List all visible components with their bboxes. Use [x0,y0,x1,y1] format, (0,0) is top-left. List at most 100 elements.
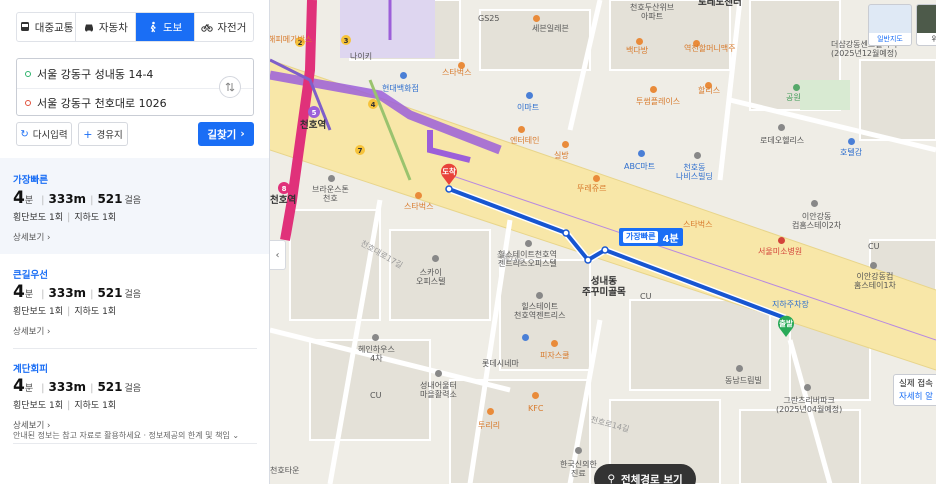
poi-marker[interactable] [415,192,422,199]
arrival-pin[interactable]: 도착 [439,162,459,186]
refresh-icon: ↻ [20,128,29,140]
poi-marker[interactable] [848,138,855,145]
map-label: 천호역 [300,120,327,131]
map-label: 토레노센터 [698,0,742,8]
map-canvas[interactable]: 5 8 3 4 7 2 GS25 세븐일레븐 천호두산위브 아파트 토레노센터 … [270,0,936,484]
map-label: 한국신의한 진료 [560,460,597,479]
detail-link[interactable]: 상세보기 › [13,231,50,243]
option-steps-unit: 걸음 [124,196,142,206]
separator: | [90,195,94,206]
option-stats: 4분 | 333m | 521 걸음 [13,376,141,396]
collapse-panel-button[interactable]: ‹ [270,240,286,270]
info-tooltip[interactable]: 실제 접속 자세히 알 [893,374,936,406]
tab-bicycle[interactable]: 자전거 [195,13,253,41]
tab-walk-label: 도보 [162,21,183,34]
disclaimer[interactable]: 안내된 정보는 참고 자료로 활용하세요 · 정보제공의 한계 및 책임 ⌄ [13,430,239,441]
map-label: 스타벅스 [683,220,713,229]
map-type-normal-button[interactable]: 일반지도 [868,4,912,46]
poi-marker[interactable] [811,200,818,207]
option-distance: 333m [48,192,87,206]
poi-marker[interactable] [736,365,743,372]
swap-button[interactable] [219,76,241,98]
option-steps-unit: 걸음 [124,384,142,394]
poi-marker[interactable] [536,292,543,299]
map-label: 천호타운 [270,466,300,475]
map-label: 뚜레쥬르 [577,184,607,193]
poi-marker[interactable] [694,152,701,159]
map-label: 투썸플레이스 [636,97,681,106]
poi-marker[interactable] [525,240,532,247]
poi-marker[interactable] [575,447,582,454]
divider [13,443,257,444]
map-label: 현대백화점 [382,84,419,93]
map-label: 투리리 [478,421,501,430]
option-label: 계단회피 [13,364,48,375]
poi-marker[interactable] [435,370,442,377]
map-label: CU [370,391,382,400]
destination-field[interactable]: 서울 강동구 천호대로 1026 [17,88,253,117]
search-route-button[interactable]: 길찾기 › [198,122,254,146]
poi-marker[interactable] [487,408,494,415]
origin-field[interactable]: 서울 강동구 성내동 14-4 [17,59,253,88]
option-steps-unit: 걸음 [124,290,142,300]
map-label: 브라운스톤 천호 [312,185,349,204]
option-crosswalk: 횡단보도 1회 [13,307,63,317]
separator: | [41,195,45,206]
poi-marker[interactable] [551,340,558,347]
option-minutes-unit: 분 [24,196,34,206]
route-option-avoid-stairs[interactable]: 계단회피 4분 | 333m | 521 걸음 횡단보도 1회 | 지하도 1회 상세… [0,349,269,443]
departure-pin-label: 출발 [779,319,793,328]
route-option-main-road[interactable]: 큰길우선 4분 | 333m | 521 걸음 횡단보도 1회 | 지하도 1회 상세… [0,254,269,348]
svg-text:8: 8 [282,185,287,193]
route-option-fastest[interactable]: 가장빠른 4분 | 333m | 521 걸음 횡단보도 1회 | 지하도 1회 상세… [0,158,269,254]
poi-marker[interactable] [636,38,643,45]
poi-marker[interactable] [432,255,439,262]
map-label: 지하주차장 [772,300,809,309]
map-type-normal-label: 일반지도 [869,33,911,45]
option-detail: 횡단보도 1회 | 지하도 1회 [13,210,116,223]
poi-marker[interactable] [593,175,600,182]
reset-button[interactable]: ↻ 다시입력 [16,122,72,146]
map-label: 백다방 [626,46,649,55]
poi-marker[interactable] [526,92,533,99]
map-label: 할리스 [698,86,721,95]
poi-marker[interactable] [778,124,785,131]
swap-icon [225,82,235,92]
poi-marker[interactable] [870,262,877,269]
poi-marker[interactable] [400,72,407,79]
tab-car[interactable]: 자동차 [76,13,136,41]
poi-marker[interactable] [532,392,539,399]
tooltip-link[interactable]: 자세히 알 [899,391,936,404]
route-time-badge[interactable]: 가장빠른 4분 [619,228,683,246]
detail-link-label: 상세보기 [13,327,45,337]
poi-marker[interactable] [518,126,525,133]
option-distance: 333m [48,380,87,394]
poi-marker[interactable] [804,384,811,391]
arrival-pin-label: 도착 [442,167,456,176]
svg-text:5: 5 [312,109,317,117]
map-label: 나이키 [350,52,373,61]
poi-marker[interactable] [328,175,335,182]
map-label: CU [640,292,652,301]
option-minutes: 4 [13,376,25,396]
map-label: 스타벅스 [404,202,434,211]
chevron-left-icon: ‹ [275,249,280,261]
view-full-route-button[interactable]: ⚲ 전체경로 보기 [594,464,696,484]
tab-walk[interactable]: 도보 [135,13,195,41]
poi-marker[interactable] [650,86,657,93]
departure-pin[interactable]: 출발 [776,314,796,338]
poi-marker[interactable] [522,334,529,341]
add-waypoint-button[interactable]: + 경유지 [78,122,128,146]
route-panel: 대중교통 자동차 도보 자전거 서울 강동구 성내동 14-4 서울 강동구 천… [0,0,270,484]
poi-marker[interactable] [562,141,569,148]
map-label: 천호역 [270,195,297,206]
map-type-satellite-button[interactable]: 위성 [916,4,936,46]
poi-marker[interactable] [638,150,645,157]
poi-marker[interactable] [533,15,540,22]
map-label: GS25 [478,14,500,23]
poi-marker[interactable] [793,84,800,91]
poi-marker[interactable] [372,334,379,341]
detail-link[interactable]: 상세보기 › [13,325,50,337]
tab-transit[interactable]: 대중교통 [17,13,77,41]
poi-marker[interactable] [778,237,785,244]
